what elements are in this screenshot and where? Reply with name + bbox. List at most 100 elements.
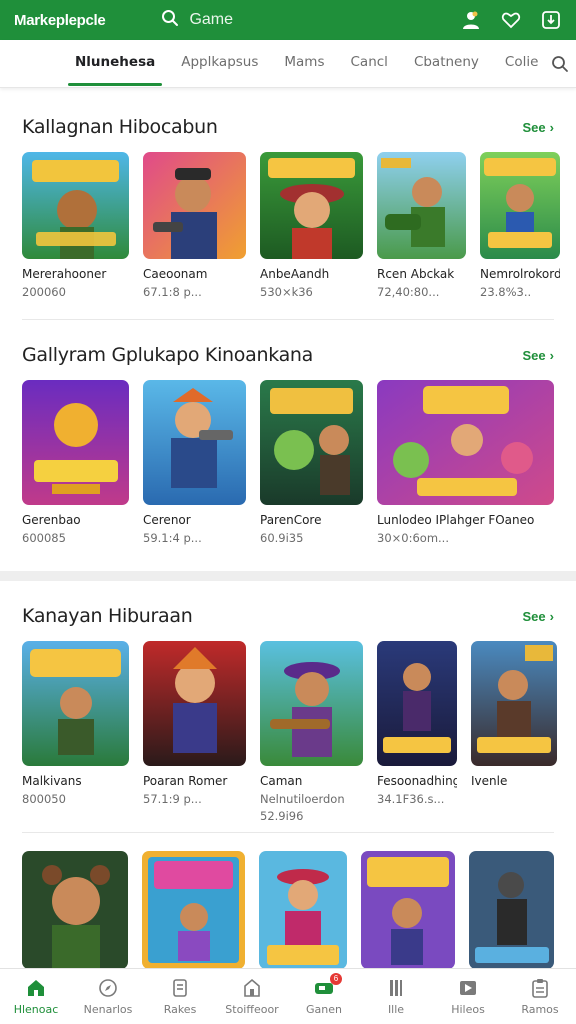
heart-icon[interactable] [500, 9, 522, 31]
game-thumbnail [377, 152, 466, 259]
app-card[interactable]: Caeoonam 67.1:8 p... [143, 152, 246, 299]
home-icon [26, 978, 46, 998]
nav-home[interactable]: Hlenoac [0, 969, 72, 1024]
tab-2[interactable]: Mams [271, 40, 337, 88]
nav-label: Ille [387, 1002, 405, 1016]
app-card[interactable]: Nemrolrokordoo 23.8%3.. [480, 152, 560, 299]
tab-5[interactable]: Colie [492, 40, 552, 88]
section-title: Kanayan Hiburaan [22, 605, 193, 627]
game-thumbnail [480, 152, 560, 259]
app-name: Poaran Romer [143, 774, 228, 788]
app-meta-secondary: 52.9i96 [260, 809, 304, 823]
section-3: Kanayan Hiburaan See › Malkivans 800050 P… [0, 601, 576, 823]
app-card[interactable]: ParenCore 60.9i35 [260, 380, 363, 545]
video-icon [458, 978, 478, 998]
app-card[interactable]: Ivenle [471, 641, 557, 823]
app-meta: 600085 [22, 531, 66, 545]
app-meta: 530×k36 [260, 285, 313, 299]
game-thumbnail [22, 380, 129, 505]
app-name: Ivenle [471, 774, 508, 788]
app-card[interactable]: Mererahooner 200060 [22, 152, 129, 299]
app-name: Lunlodeo IPlahger FOaneo [377, 513, 535, 527]
see-all-button[interactable]: See › [523, 120, 554, 135]
app-meta: 67.1:8 p... [143, 285, 202, 299]
app-name: Caman [260, 774, 303, 788]
game-thumbnail[interactable] [468, 851, 554, 969]
chevron-right-icon: › [549, 608, 554, 624]
game-thumbnail [143, 380, 246, 505]
search-input[interactable]: Game [189, 11, 233, 29]
game-thumbnail[interactable] [361, 851, 455, 969]
app-card[interactable]: Malkivans 800050 [22, 641, 129, 823]
app-meta: 57.1:9 p... [143, 792, 202, 806]
tab-4[interactable]: Cbatneny [401, 40, 492, 88]
app-name: Malkivans [22, 774, 82, 788]
app-meta: 72,40:80... [377, 285, 440, 299]
nav-videos[interactable]: Hileos [432, 969, 504, 1024]
clipboard-icon [530, 978, 550, 998]
nav-store[interactable]: Stoiffeoor [216, 969, 288, 1024]
nav-library[interactable]: Ille [360, 969, 432, 1024]
app-name: Caeoonam [143, 267, 208, 281]
see-all-label: See [522, 119, 546, 135]
section-title: Gallyram Gplukapo Kinoankana [22, 344, 313, 366]
search-bar[interactable]: Game [161, 9, 233, 32]
app-meta: Nelnutiloerdon [260, 792, 345, 806]
bottom-navigation: Hlenoac Nenarlos Rakes Stoiffeoor 6 Gane… [0, 968, 576, 1024]
chevron-right-icon: › [549, 119, 554, 135]
nav-label: Stoiffeoor [225, 1002, 279, 1016]
game-thumbnail [260, 641, 363, 766]
tab-0[interactable]: Nlunehesa [62, 40, 168, 88]
game-thumbnail [143, 152, 246, 259]
tab-1[interactable]: Applkapsus [168, 40, 271, 88]
app-name: Fesoonadhingie [377, 774, 457, 788]
game-thumbnail [377, 380, 554, 505]
profile-icon[interactable] [460, 9, 482, 31]
download-icon[interactable] [540, 9, 562, 31]
app-meta: 23.8%3.. [480, 285, 532, 299]
app-card[interactable]: Cerenor 59.1:4 p... [143, 380, 246, 545]
app-meta: 30×0:6om... [377, 531, 449, 545]
app-meta: 34.1F36.s... [377, 792, 445, 806]
nav-notes[interactable]: Ramos [504, 969, 576, 1024]
nav-label: Ramos [521, 1002, 559, 1016]
section-title: Kallagnan Hibocabun [22, 116, 218, 138]
game-thumbnail [471, 641, 557, 766]
app-card[interactable]: Lunlodeo IPlahger FOaneo 30×0:6om... [377, 380, 554, 545]
app-card[interactable]: Fesoonadhingie 34.1F36.s... [377, 641, 457, 823]
top-bar: Markeplepcle Game [0, 0, 576, 40]
app-card[interactable]: Rcen Abckak 72,40:80... [377, 152, 466, 299]
game-thumbnail[interactable] [22, 851, 129, 969]
brand-logo[interactable]: Markeplepcle [14, 12, 106, 29]
game-thumbnail [260, 152, 363, 259]
category-tabs: Nlunehesa Applkapsus Mams Cancl Cbatneny… [0, 40, 576, 88]
tabs-search-icon[interactable] [551, 55, 569, 73]
bookmark-icon [386, 978, 406, 998]
tab-3[interactable]: Cancl [338, 40, 401, 88]
see-all-label: See [522, 608, 546, 624]
gamepad-icon: 6 [314, 972, 342, 998]
nav-explore[interactable]: Nenarlos [72, 969, 144, 1024]
app-card[interactable]: Poaran Romer 57.1:9 p... [143, 641, 246, 823]
nav-rankings[interactable]: Rakes [144, 969, 216, 1024]
nav-games[interactable]: 6 Ganen [288, 969, 360, 1024]
app-card[interactable]: AnbeAandh 530×k36 [260, 152, 363, 299]
game-thumbnail[interactable] [142, 851, 245, 969]
app-name: ParenCore [260, 513, 322, 527]
app-card[interactable]: Gerenbao 600085 [22, 380, 129, 545]
nav-label: Ganen [306, 1002, 342, 1016]
store-icon [242, 978, 262, 998]
see-all-button[interactable]: See › [523, 348, 554, 363]
game-thumbnail [22, 152, 129, 259]
nav-label: Nenarlos [83, 1002, 133, 1016]
nav-label: Hileos [451, 1002, 485, 1016]
game-thumbnail[interactable] [258, 851, 348, 969]
divider [22, 832, 554, 833]
divider [22, 319, 554, 320]
app-meta: 60.9i35 [260, 531, 304, 545]
app-name: AnbeAandh [260, 267, 330, 281]
see-all-button[interactable]: See › [523, 609, 554, 624]
nav-label: Hlenoac [13, 1002, 59, 1016]
app-card[interactable]: Caman Nelnutiloerdon 52.9i96 [260, 641, 363, 823]
app-name: Nemrolrokordoo [480, 267, 560, 281]
